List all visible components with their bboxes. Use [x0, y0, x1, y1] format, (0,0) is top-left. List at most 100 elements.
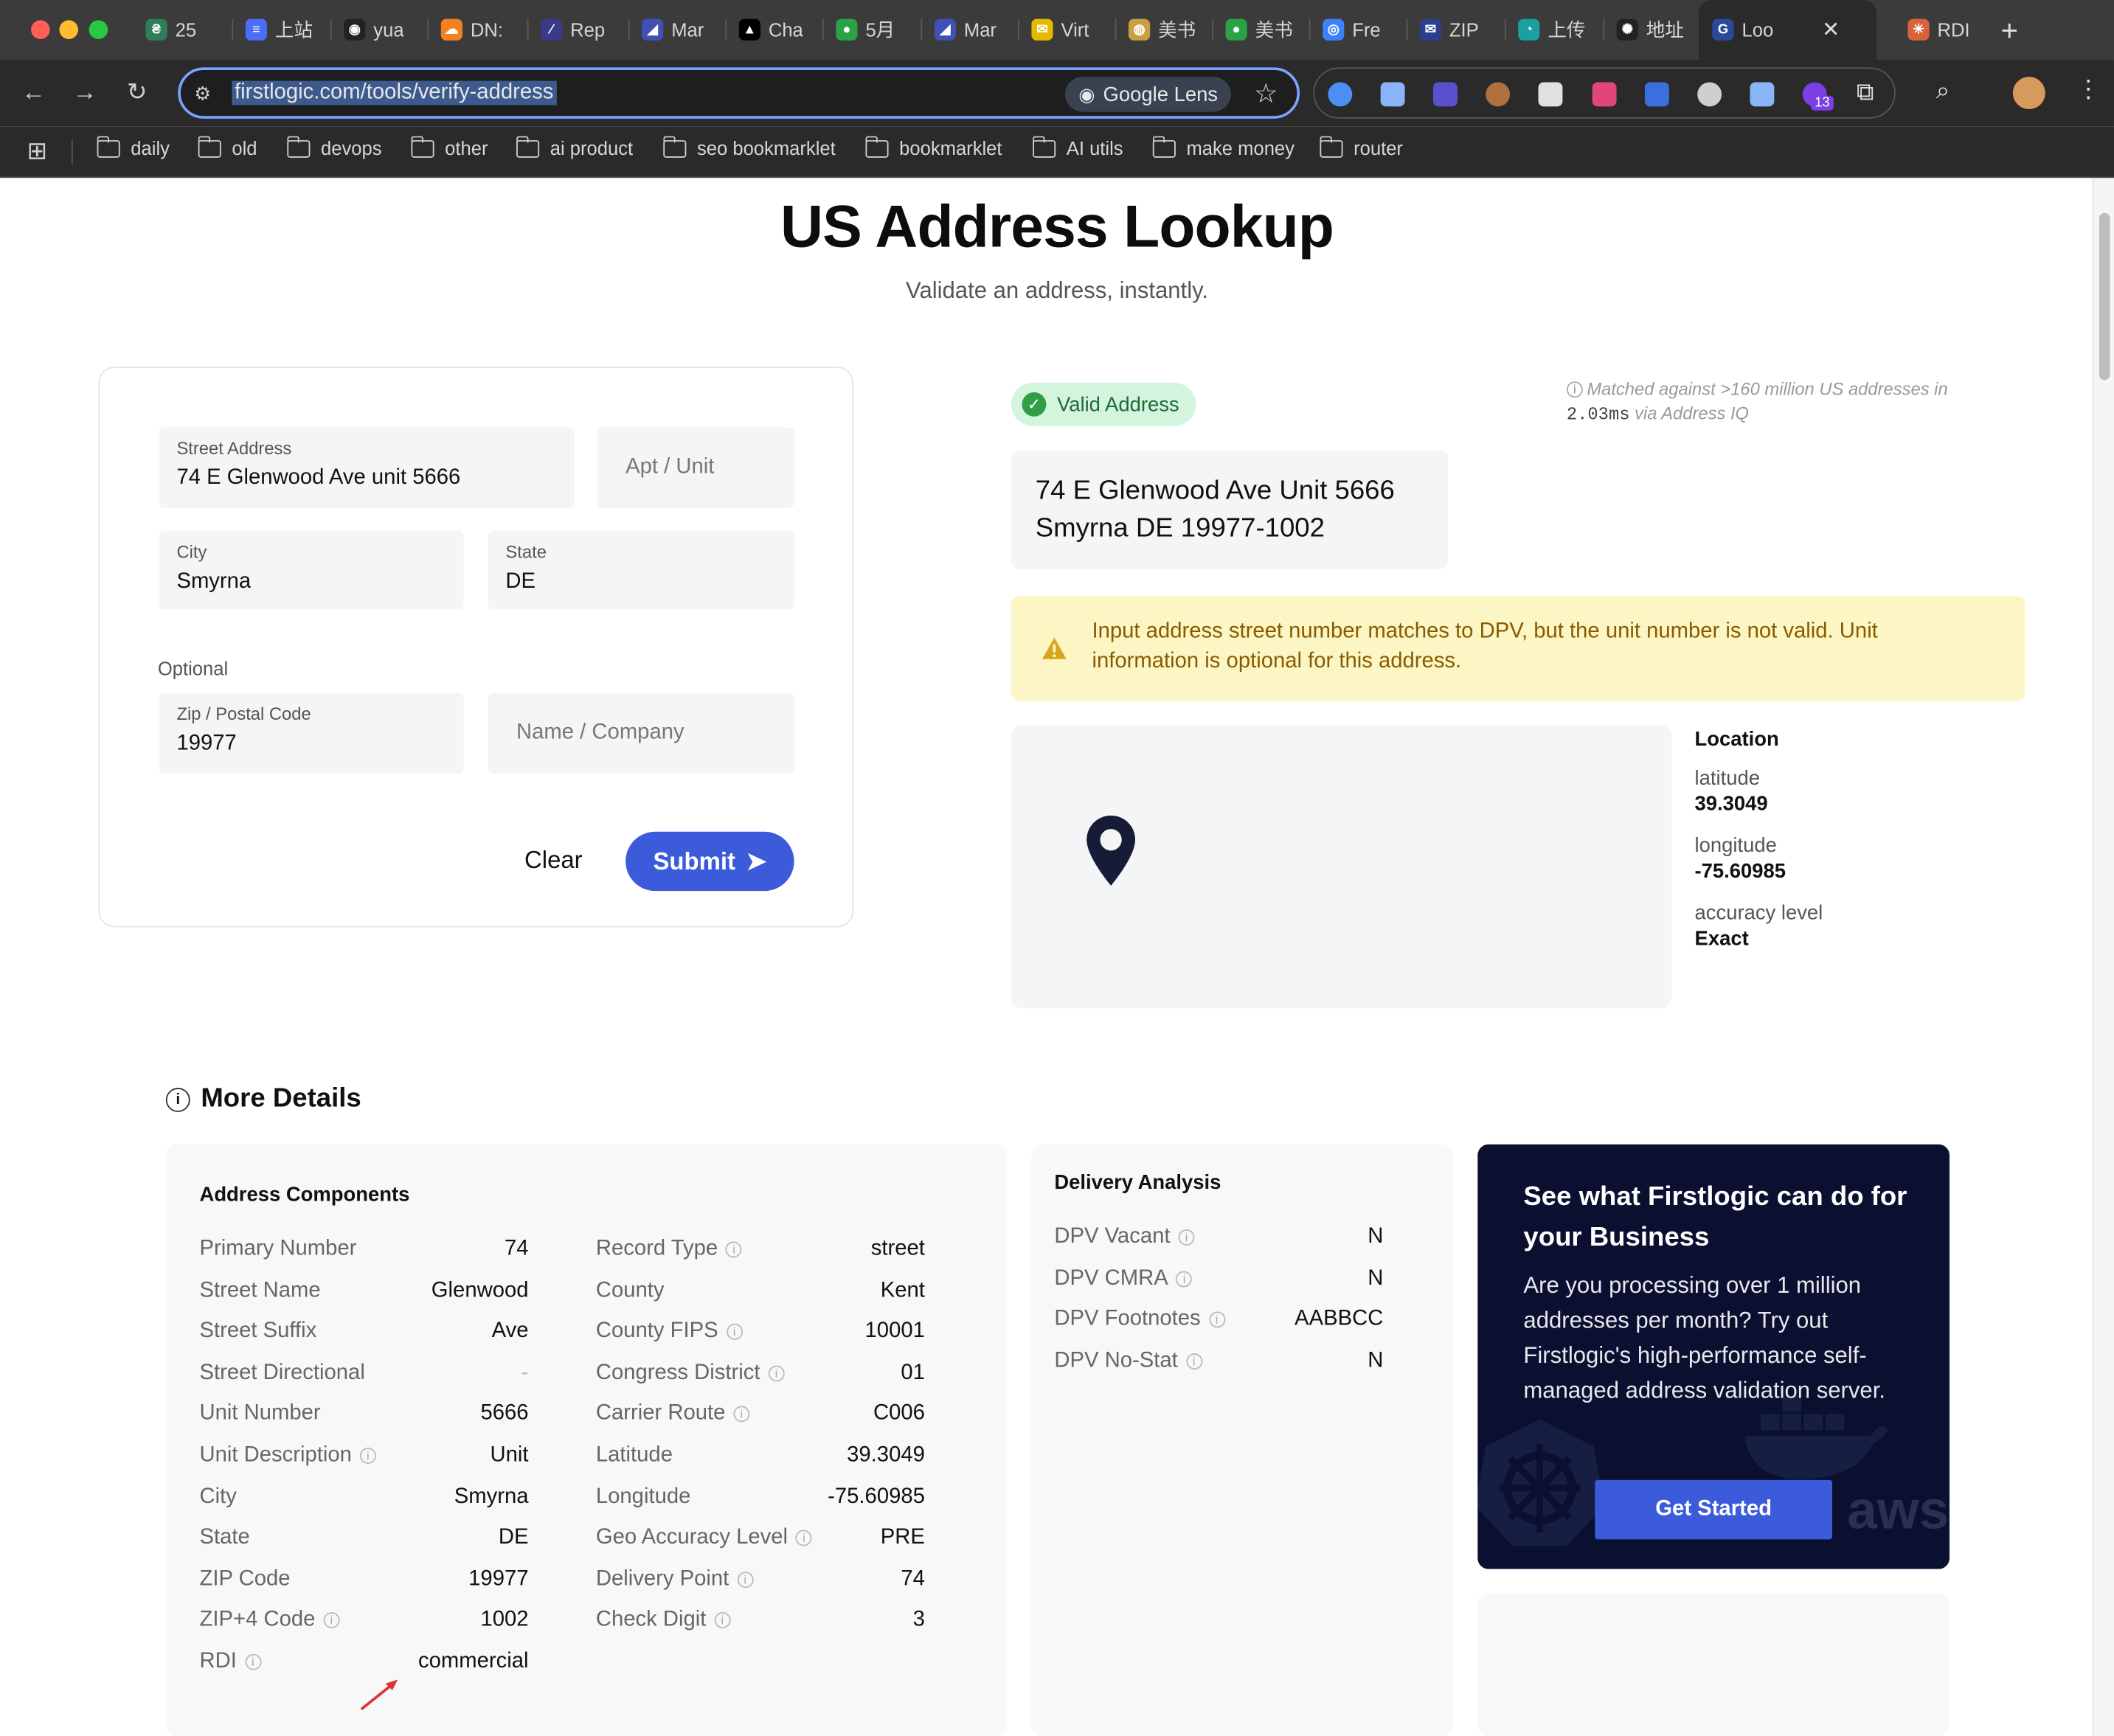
address-bar[interactable]: ⚙ firstlogic.com/tools/verify-address ◉ … [178, 67, 1300, 119]
minimize-window-button[interactable] [59, 20, 79, 40]
clear-button[interactable]: Clear [524, 847, 583, 875]
bookmark-folder[interactable]: old [197, 135, 257, 159]
url-text[interactable]: firstlogic.com/tools/verify-address [232, 80, 556, 105]
browser-tab[interactable]: ✺ 地址 [1616, 11, 1692, 49]
cookie-extension-icon[interactable] [1486, 82, 1511, 107]
name-company-field[interactable]: Name / Company [488, 692, 794, 774]
bookmark-folder[interactable]: AI utils [1032, 135, 1123, 159]
submit-button[interactable]: Submit ➤ [625, 831, 794, 892]
reload-icon[interactable]: ↻ [127, 78, 148, 106]
tab-favicon-icon: ◍ [1128, 18, 1151, 41]
zip-field[interactable]: Zip / Postal Code 19977 [159, 692, 464, 774]
info-icon[interactable]: i [795, 1530, 812, 1546]
glasses-extension-icon[interactable] [1538, 82, 1563, 107]
browser-tab[interactable]: ◎ Fre [1323, 11, 1398, 49]
browser-tab[interactable]: ◢ Mar [642, 11, 717, 49]
puzzle-icon[interactable]: ⧉ [1857, 78, 1874, 106]
browser-tab[interactable]: ₴ 25 [145, 11, 221, 49]
info-icon[interactable]: i [714, 1612, 731, 1629]
bookmark-folder[interactable]: other [410, 135, 488, 159]
info-icon[interactable]: i [359, 1448, 376, 1464]
apt-unit-field[interactable]: Apt / Unit [597, 427, 794, 509]
tdk-extension-icon[interactable] [1432, 82, 1458, 107]
street-address-field[interactable]: Street Address 74 E Glenwood Ave unit 56… [159, 427, 575, 509]
bookmark-folder[interactable]: devops [286, 135, 382, 159]
cloud-extension-icon[interactable] [1697, 82, 1722, 107]
maximize-window-button[interactable] [89, 20, 108, 40]
info-icon[interactable]: i [323, 1612, 340, 1629]
browser-tab[interactable]: ✉ Virt [1031, 11, 1106, 49]
bookmark-star-icon[interactable]: ☆ [1254, 77, 1278, 111]
file-extension-icon[interactable] [1750, 82, 1775, 107]
bookmark-folder[interactable]: bookmarklet [864, 135, 1002, 159]
browser-tab[interactable]: ◍ 美书 [1128, 11, 1204, 49]
bookmark-folder[interactable]: ai product [516, 135, 633, 159]
bookmark-folder[interactable]: daily [96, 135, 170, 159]
browser-tab[interactable]: ▲ Cha [738, 11, 814, 49]
tab-title: 上站 [274, 18, 313, 41]
info-icon[interactable]: i [1208, 1311, 1225, 1328]
browser-tab[interactable]: ◉ yua [344, 11, 419, 49]
page-scrollbar[interactable] [2092, 178, 2114, 1736]
scrollbar-thumb[interactable] [2099, 212, 2110, 381]
profile-avatar[interactable] [2012, 77, 2045, 110]
browser-tab[interactable]: ● 美书 [1225, 11, 1300, 49]
bookmark-folder[interactable]: seo bookmarklet [662, 135, 836, 159]
translate-extension-icon[interactable] [1592, 82, 1617, 107]
browser-tab[interactable]: G Loo ✕ [1699, 0, 1877, 60]
get-started-button[interactable]: Get Started [1595, 1479, 1832, 1540]
close-tab-icon[interactable]: ✕ [1822, 16, 1840, 44]
bookmark-label: daily [131, 137, 170, 159]
browser-tab[interactable]: ◢ Mar [934, 11, 1010, 49]
detail-value: N [1368, 1349, 1384, 1372]
info-icon[interactable]: i [737, 1571, 754, 1588]
state-value[interactable]: DE [505, 570, 536, 594]
valid-address-label: Valid Address [1056, 392, 1179, 416]
info-icon[interactable]: i [726, 1324, 743, 1341]
browser-tab[interactable]: ◔ 上传 [1518, 11, 1593, 49]
info-icon[interactable]: i [1178, 1229, 1195, 1246]
state-field[interactable]: State DE [488, 531, 794, 610]
crop-extension-icon[interactable] [1644, 82, 1669, 107]
bookmark-label: make money [1186, 137, 1295, 159]
detail-value: street [870, 1237, 925, 1260]
browser-tab[interactable]: ✳ RDI [1907, 11, 1983, 49]
info-icon[interactable]: i [1176, 1270, 1193, 1287]
back-icon[interactable]: ← [21, 78, 46, 106]
site-settings-icon[interactable]: ⚙ [194, 82, 211, 105]
detail-key-text: County FIPS [595, 1319, 718, 1343]
browser-tab[interactable]: ☁ DN: [440, 11, 516, 49]
browser-tab[interactable]: ● 5月 [836, 11, 911, 49]
browser-tab[interactable]: ∕ Rep [540, 11, 616, 49]
info-icon[interactable]: i [733, 1406, 750, 1423]
info-icon[interactable]: i [244, 1653, 261, 1670]
zip-value[interactable]: 19977 [176, 732, 236, 756]
forward-icon[interactable]: → [73, 78, 97, 106]
bookmark-label: bookmarklet [899, 137, 1002, 159]
menu-icon[interactable]: ⋮ [2076, 75, 2101, 103]
close-window-button[interactable] [31, 20, 50, 40]
delivery-analysis-title: Delivery Analysis [1054, 1171, 1221, 1195]
detail-row: Street Suffix Ave [200, 1317, 529, 1347]
browser-tab[interactable]: ≡ 上站 [245, 11, 321, 49]
submit-label: Submit [653, 847, 735, 875]
street-address-value[interactable]: 74 E Glenwood Ave unit 5666 [176, 466, 460, 490]
new-tab-button[interactable]: + [2000, 13, 2018, 49]
document-extension-icon[interactable] [1380, 82, 1405, 107]
name-company-placeholder: Name / Company [516, 721, 685, 744]
city-field[interactable]: City Smyrna [159, 531, 464, 610]
bookmark-label: devops [321, 137, 382, 159]
city-value[interactable]: Smyrna [176, 570, 251, 594]
info-icon[interactable]: i [1185, 1353, 1202, 1369]
optional-label: Optional [157, 657, 229, 680]
browser-tab[interactable]: ✉ ZIP [1419, 11, 1495, 49]
bookmark-folder[interactable]: make money [1151, 135, 1295, 159]
detail-row: Street Directional - [200, 1358, 529, 1388]
bookmark-folder[interactable]: router [1319, 135, 1403, 159]
gem-extension-icon[interactable] [1328, 82, 1353, 107]
info-icon[interactable]: i [768, 1365, 785, 1382]
google-lens-button[interactable]: ◉ Google Lens [1064, 77, 1232, 112]
tab-search-icon[interactable]: ⌕ [1936, 77, 1950, 105]
apps-grid-icon[interactable]: ⊞ [27, 137, 48, 165]
info-icon[interactable]: i [726, 1241, 743, 1258]
